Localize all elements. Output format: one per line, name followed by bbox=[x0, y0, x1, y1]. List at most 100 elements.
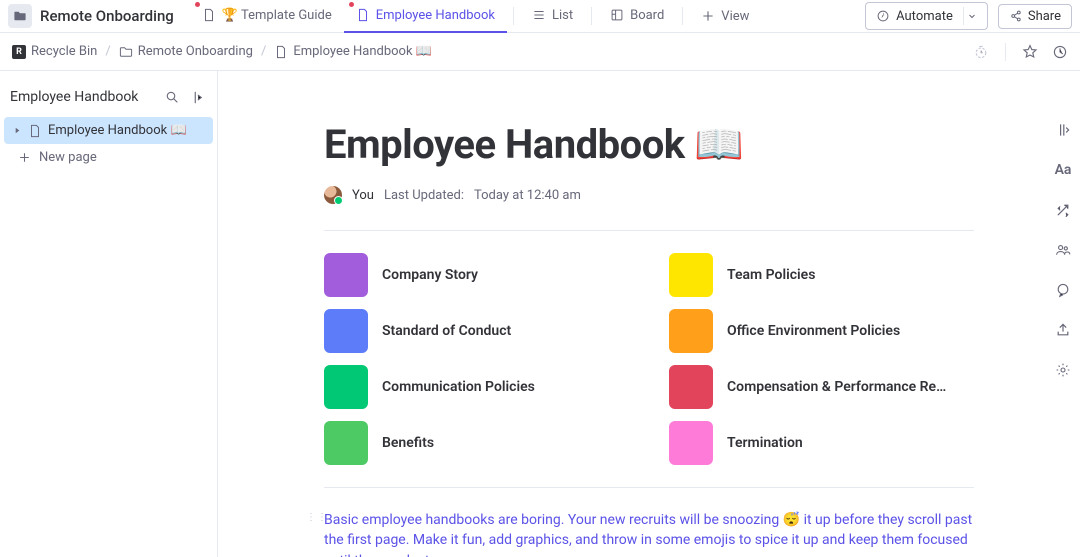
tab-separator bbox=[682, 7, 683, 25]
card-color-box bbox=[669, 365, 713, 409]
section-card[interactable]: Termination bbox=[669, 421, 974, 465]
breadcrumb-item[interactable]: R Recycle Bin bbox=[12, 44, 97, 59]
section-card[interactable]: Standard of Conduct bbox=[324, 309, 629, 353]
breadcrumb-label: Remote Onboarding bbox=[138, 44, 253, 59]
page-icon bbox=[356, 8, 370, 22]
doc-meta: You Last Updated: Today at 12:40 am bbox=[324, 186, 974, 204]
card-color-box bbox=[324, 253, 368, 297]
section-card[interactable]: Company Story bbox=[324, 253, 629, 297]
card-color-box bbox=[669, 421, 713, 465]
breadcrumb-label: Employee Handbook 📖 bbox=[293, 44, 432, 59]
search-icon[interactable] bbox=[165, 90, 180, 105]
folder-icon bbox=[119, 45, 133, 59]
updated-label: Last Updated: bbox=[384, 188, 464, 203]
card-color-box bbox=[324, 309, 368, 353]
section-card[interactable]: Compensation & Performance Re… bbox=[669, 365, 974, 409]
card-label: Communication Policies bbox=[382, 379, 535, 395]
board-icon bbox=[610, 8, 624, 22]
add-view-button[interactable]: View bbox=[689, 9, 761, 24]
tab-label: Employee Handbook bbox=[376, 8, 495, 23]
breadcrumb: R Recycle Bin / Remote Onboarding / Empl… bbox=[0, 33, 1080, 71]
expand-icon[interactable] bbox=[1054, 121, 1072, 139]
share-icon bbox=[1009, 9, 1023, 23]
automate-label: Automate bbox=[896, 9, 953, 24]
updated-value: Today at 12:40 am bbox=[474, 188, 581, 203]
card-color-box bbox=[669, 253, 713, 297]
settings-icon[interactable] bbox=[1054, 361, 1072, 379]
workspace-name[interactable]: Remote Onboarding bbox=[40, 7, 174, 25]
chevron-down-icon[interactable] bbox=[963, 7, 981, 25]
tab-employee-handbook[interactable]: Employee Handbook bbox=[344, 0, 507, 33]
divider bbox=[324, 487, 974, 488]
card-label: Standard of Conduct bbox=[382, 323, 511, 339]
plus-icon bbox=[701, 9, 715, 23]
ai-icon[interactable] bbox=[1054, 201, 1072, 219]
caret-right-icon[interactable] bbox=[12, 126, 22, 135]
breadcrumb-item[interactable]: Employee Handbook 📖 bbox=[274, 44, 432, 59]
tab-board[interactable]: Board bbox=[598, 0, 676, 33]
text-style-icon[interactable]: Aa bbox=[1054, 161, 1072, 179]
automate-button[interactable]: Automate bbox=[865, 2, 988, 30]
comment-icon[interactable] bbox=[1054, 281, 1072, 299]
avatar[interactable] bbox=[324, 186, 342, 204]
card-grid: Company Story Team Policies Standard of Co… bbox=[324, 253, 974, 465]
card-label: Team Policies bbox=[727, 267, 815, 283]
page-icon bbox=[274, 45, 288, 59]
card-color-box bbox=[324, 365, 368, 409]
page-icon bbox=[28, 124, 42, 138]
people-icon[interactable] bbox=[1054, 241, 1072, 259]
share-label: Share bbox=[1028, 9, 1061, 24]
breadcrumb-label: Recycle Bin bbox=[31, 44, 97, 59]
tab-list[interactable]: List bbox=[520, 0, 585, 33]
card-label: Company Story bbox=[382, 267, 478, 283]
drag-handle-icon[interactable]: ⋮⋮ bbox=[306, 514, 328, 522]
sidebar-item-label: Employee Handbook 📖 bbox=[48, 123, 187, 138]
sidebar-title: Employee Handbook bbox=[10, 89, 138, 105]
main-area: Employee Handbook Employee Handbook 📖 Ne… bbox=[0, 71, 1080, 557]
sidebar-item-handbook[interactable]: Employee Handbook 📖 bbox=[4, 117, 213, 144]
card-color-box bbox=[669, 309, 713, 353]
divider bbox=[324, 230, 974, 231]
collapse-icon[interactable] bbox=[190, 90, 205, 105]
share-button[interactable]: Share bbox=[998, 4, 1072, 29]
view-label: View bbox=[721, 9, 749, 24]
bar-separator bbox=[1005, 43, 1006, 61]
breadcrumb-separator: / bbox=[261, 44, 266, 59]
tab-separator bbox=[513, 7, 514, 25]
timer-icon[interactable] bbox=[973, 44, 989, 60]
page-title[interactable]: Employee Handbook 📖 bbox=[324, 121, 974, 168]
sidebar-header: Employee Handbook bbox=[0, 89, 217, 117]
tab-separator bbox=[591, 7, 592, 25]
plus-icon bbox=[18, 151, 31, 164]
folder-icon bbox=[13, 9, 27, 23]
clock-icon[interactable] bbox=[1052, 44, 1068, 60]
top-bar: Remote Onboarding 🏆 Template Guide Emplo… bbox=[0, 0, 1080, 33]
author-label: You bbox=[352, 188, 374, 203]
section-card[interactable]: Communication Policies bbox=[324, 365, 629, 409]
star-icon[interactable] bbox=[1022, 44, 1038, 60]
card-color-box bbox=[324, 421, 368, 465]
card-label: Benefits bbox=[382, 435, 434, 451]
card-label: Termination bbox=[727, 435, 803, 451]
body-text: Basic employee handbooks are boring. You… bbox=[324, 512, 972, 557]
recycle-badge-icon: R bbox=[12, 45, 26, 59]
breadcrumb-item[interactable]: Remote Onboarding bbox=[119, 44, 253, 59]
notification-dot-icon bbox=[349, 2, 354, 7]
share-rail-icon[interactable] bbox=[1054, 321, 1072, 339]
document-content: Employee Handbook 📖 You Last Updated: To… bbox=[218, 71, 1080, 557]
tab-template-guide[interactable]: 🏆 Template Guide bbox=[190, 0, 344, 33]
workspace-folder-button[interactable] bbox=[8, 4, 32, 28]
breadcrumb-separator: / bbox=[105, 44, 110, 59]
list-icon bbox=[532, 8, 546, 22]
notification-dot-icon bbox=[195, 2, 200, 7]
new-page-button[interactable]: New page bbox=[0, 144, 217, 171]
card-label: Office Environment Policies bbox=[727, 323, 900, 339]
right-rail: Aa bbox=[1046, 71, 1080, 379]
card-label: Compensation & Performance Re… bbox=[727, 379, 946, 395]
section-card[interactable]: Benefits bbox=[324, 421, 629, 465]
section-card[interactable]: Team Policies bbox=[669, 253, 974, 297]
section-card[interactable]: Office Environment Policies bbox=[669, 309, 974, 353]
body-paragraph[interactable]: ⋮⋮ Basic employee handbooks are boring. … bbox=[324, 510, 974, 557]
tab-label: List bbox=[552, 8, 573, 23]
tab-label: Board bbox=[630, 8, 664, 23]
